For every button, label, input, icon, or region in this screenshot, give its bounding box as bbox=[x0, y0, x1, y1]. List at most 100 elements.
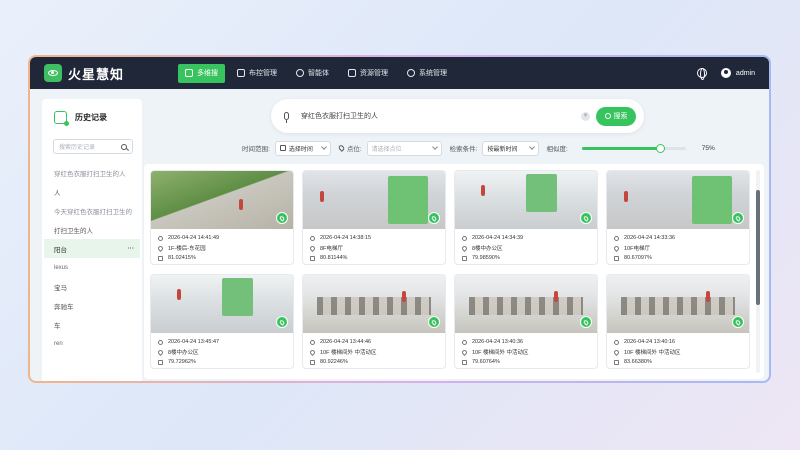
location-select[interactable]: 请选择点位 bbox=[366, 140, 442, 156]
history-item[interactable]: ren bbox=[42, 334, 132, 353]
result-location: 1F-楼后-东花园 bbox=[168, 246, 206, 252]
person-figure bbox=[176, 289, 181, 300]
similarity-slider[interactable] bbox=[581, 143, 686, 153]
result-score-row: 79.60764% bbox=[462, 357, 597, 367]
main-menu: 多维搜 布控管理 智能体 资源管理 系统管理 bbox=[178, 63, 459, 83]
history-header: 历史记录 bbox=[42, 99, 142, 127]
history-item[interactable]: lexus bbox=[42, 258, 132, 277]
time-range-select[interactable]: 选择时间 bbox=[274, 140, 331, 156]
search-button[interactable]: 搜索 bbox=[596, 106, 636, 126]
history-item[interactable]: 车 bbox=[42, 315, 132, 334]
search-icon[interactable] bbox=[121, 143, 127, 150]
location-badge-icon[interactable] bbox=[276, 316, 288, 328]
nav-item-multi-search[interactable]: 多维搜 bbox=[178, 63, 225, 83]
location-icon bbox=[308, 244, 317, 252]
result-card[interactable]: 2026-04-24 14:34:39 8楼中办公区 79.98590% bbox=[454, 170, 598, 265]
result-card[interactable]: 2026-04-24 13:40:36 10F 楼梯间外 中活动区 79.60764… bbox=[454, 274, 598, 369]
result-location: 8F电梯厅 bbox=[320, 246, 343, 252]
result-thumbnail[interactable] bbox=[607, 171, 749, 229]
result-location: 10F 楼梯间外 中活动区 bbox=[472, 350, 529, 356]
slider-fill bbox=[581, 146, 660, 150]
location-badge-icon[interactable] bbox=[732, 212, 744, 224]
result-time: 2026-04-24 13:44:46 bbox=[320, 339, 372, 345]
result-card[interactable]: 2026-04-24 13:44:46 10F 楼梯间外 中活动区 80.92246… bbox=[302, 274, 446, 369]
nav-right: admin bbox=[696, 68, 755, 80]
settings-icon bbox=[407, 69, 415, 77]
result-score-row: 80.81144% bbox=[310, 253, 445, 263]
history-item-label: 打扫卫生的人 bbox=[54, 227, 93, 235]
result-score-row: 80.67097% bbox=[614, 253, 749, 263]
person-figure bbox=[624, 191, 629, 202]
person-figure bbox=[480, 185, 485, 196]
camera-frame bbox=[607, 275, 749, 333]
nav-item-control[interactable]: 布控管理 bbox=[230, 64, 284, 83]
result-time-row: 2026-04-24 14:33:36 bbox=[614, 233, 749, 243]
location-placeholder: 请选择点位 bbox=[371, 146, 402, 153]
history-item[interactable]: 宝马 bbox=[42, 277, 132, 296]
clear-icon[interactable]: × bbox=[581, 111, 590, 121]
scrollbar-thumb[interactable] bbox=[756, 190, 760, 305]
result-score: 80.67097% bbox=[624, 255, 652, 261]
result-score-row: 79.98590% bbox=[462, 253, 597, 263]
more-icon[interactable]: ··· bbox=[128, 245, 135, 252]
result-card[interactable]: 2026-04-24 13:45:47 8楼中办公区 79.72962% bbox=[150, 274, 294, 369]
history-item[interactable]: 打扫卫生的人 bbox=[42, 220, 132, 239]
location-icon bbox=[156, 244, 165, 252]
nav-item-resources[interactable]: 资源管理 bbox=[341, 64, 395, 83]
result-meta: 2026-04-24 14:33:36 10F电梯厅 80.67097% bbox=[607, 229, 749, 263]
result-score: 83.66380% bbox=[624, 359, 652, 365]
result-meta: 2026-04-24 13:40:16 10F 楼梯间外 中活动区 83.66380… bbox=[607, 333, 749, 367]
result-thumbnail[interactable] bbox=[607, 275, 749, 333]
nav-item-agent[interactable]: 智能体 bbox=[289, 64, 336, 83]
result-card[interactable]: 2026-04-24 14:33:36 10F电梯厅 80.67097% bbox=[606, 170, 750, 265]
result-thumbnail[interactable] bbox=[455, 171, 597, 229]
result-card[interactable]: 2026-04-24 13:40:16 10F 楼梯间外 中活动区 83.66380… bbox=[606, 274, 750, 369]
result-card[interactable]: 2026-04-24 14:41:49 1F-楼后-东花园 81.02415% bbox=[150, 170, 294, 265]
result-time-row: 2026-04-24 13:40:16 bbox=[614, 337, 749, 347]
location-badge-icon[interactable] bbox=[732, 316, 744, 328]
sort-select[interactable]: 按最新时间 bbox=[482, 140, 540, 156]
history-item-label: 今天穿红色衣服打扫卫生的人 bbox=[54, 208, 132, 216]
filter-bar: 时间范围: 选择时间 点位: 请选择点位 检索条件: 按最新时间 相似度: 75… bbox=[242, 140, 715, 156]
result-thumbnail[interactable] bbox=[151, 171, 293, 229]
similarity-icon bbox=[614, 359, 619, 365]
time-range-label: 时间范围: bbox=[242, 146, 270, 153]
location-badge-icon[interactable] bbox=[428, 212, 440, 224]
person-figure bbox=[402, 291, 407, 302]
microphone-icon[interactable] bbox=[284, 112, 289, 123]
location-badge-icon[interactable] bbox=[580, 212, 592, 224]
result-thumbnail[interactable] bbox=[455, 275, 597, 333]
history-item-label: 穿红色衣服打扫卫生的人 bbox=[54, 170, 126, 178]
nav-item-label: 布控管理 bbox=[249, 70, 277, 77]
result-location: 10F电梯厅 bbox=[624, 246, 650, 252]
user-avatar-icon[interactable] bbox=[720, 68, 731, 78]
globe-icon[interactable] bbox=[696, 68, 707, 80]
username[interactable]: admin bbox=[736, 70, 755, 77]
location-badge-icon[interactable] bbox=[428, 316, 440, 328]
result-thumbnail[interactable] bbox=[303, 275, 445, 333]
history-item-active[interactable]: 阳台 ··· bbox=[44, 239, 140, 258]
similarity-icon bbox=[310, 255, 315, 261]
location-badge-icon[interactable] bbox=[276, 212, 288, 224]
history-item[interactable]: 人 bbox=[42, 182, 132, 201]
result-thumbnail[interactable] bbox=[303, 171, 445, 229]
slider-handle[interactable] bbox=[655, 143, 665, 153]
nav-item-system[interactable]: 系统管理 bbox=[400, 64, 454, 83]
result-card[interactable]: 2026-04-24 14:38:15 8F电梯厅 80.81144% bbox=[302, 170, 446, 265]
history-item-label: 阳台 bbox=[54, 246, 67, 254]
similarity-icon bbox=[310, 359, 315, 365]
history-search-input[interactable]: 搜索历史记录 bbox=[53, 139, 133, 154]
history-item[interactable]: 穿红色衣服打扫卫生的人 bbox=[42, 163, 132, 182]
history-item[interactable]: 奔驰车 bbox=[42, 296, 132, 315]
history-item[interactable]: 今天穿红色衣服打扫卫生的人 bbox=[42, 201, 132, 220]
history-list: 穿红色衣服打扫卫生的人 人 今天穿红色衣服打扫卫生的人 打扫卫生的人 阳台 ···… bbox=[42, 163, 142, 353]
location-badge-icon[interactable] bbox=[580, 316, 592, 328]
history-item-label: 人 bbox=[54, 189, 61, 197]
result-time-row: 2026-04-24 13:45:47 bbox=[158, 337, 293, 347]
result-thumbnail[interactable] bbox=[151, 275, 293, 333]
search-input[interactable]: 穿红色衣服打扫卫生的人 bbox=[301, 111, 581, 121]
camera-frame bbox=[455, 171, 597, 229]
result-score-row: 81.02415% bbox=[158, 253, 293, 263]
result-score: 80.92246% bbox=[320, 359, 348, 365]
results-scrollbar[interactable] bbox=[756, 170, 760, 373]
